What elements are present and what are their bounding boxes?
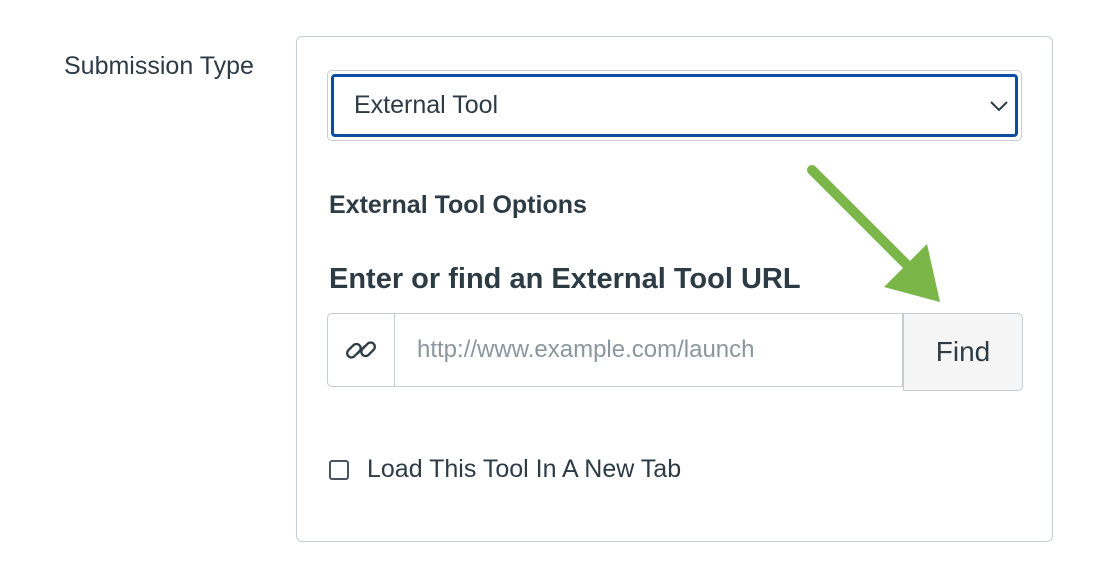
external-tool-url-group: Find (327, 313, 1024, 391)
assignment-edit-page: Submission Type External Tool External T… (0, 0, 1118, 574)
submission-type-select-value: External Tool (354, 91, 499, 119)
new-tab-option[interactable]: Load This Tool In A New Tab (329, 455, 681, 484)
external-tool-url-input[interactable] (394, 313, 903, 387)
submission-type-select[interactable]: External Tool (327, 70, 1022, 141)
external-tool-options-heading: External Tool Options (329, 191, 587, 219)
link-icon (346, 341, 376, 359)
external-tool-url-heading: Enter or find an External Tool URL (329, 263, 801, 295)
find-button[interactable]: Find (903, 313, 1023, 391)
submission-type-select-control[interactable]: External Tool (331, 74, 1018, 137)
submission-type-panel: External Tool External Tool Options Ente… (296, 36, 1053, 542)
link-addon (327, 313, 394, 387)
new-tab-checkbox-label[interactable]: Load This Tool In A New Tab (367, 455, 681, 484)
chevron-down-icon (990, 100, 1008, 111)
new-tab-checkbox[interactable] (329, 459, 349, 480)
submission-type-label: Submission Type (64, 52, 254, 80)
